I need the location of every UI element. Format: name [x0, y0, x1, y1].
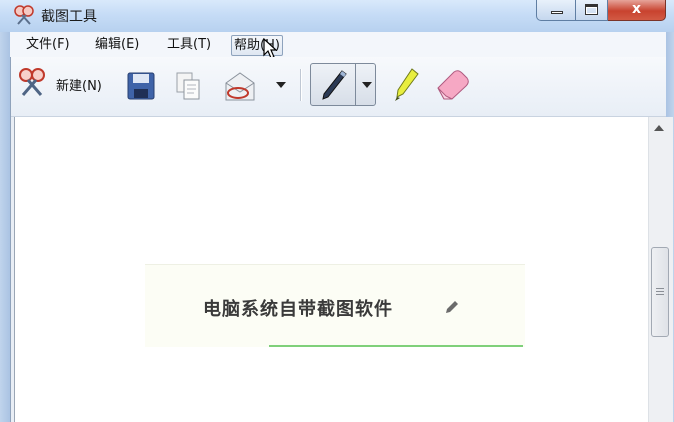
- eraser-icon[interactable]: [432, 68, 470, 100]
- scroll-grip-line: [656, 294, 664, 295]
- menu-tools[interactable]: 工具(T): [165, 35, 213, 54]
- scroll-grip-line: [656, 288, 664, 289]
- send-dropdown-arrow-icon[interactable]: [276, 82, 286, 88]
- highlighter-icon[interactable]: [392, 67, 420, 103]
- scissors-app-icon: [14, 5, 34, 25]
- scroll-up-arrow-icon[interactable]: [654, 125, 664, 131]
- menu-bar: 文件(F) 编辑(E) 工具(T) 帮助(H): [10, 32, 666, 59]
- scroll-thumb[interactable]: [651, 247, 669, 337]
- menu-file[interactable]: 文件(F): [24, 35, 72, 54]
- copy-icon[interactable]: [175, 71, 201, 101]
- minimize-button[interactable]: [536, 0, 576, 21]
- scissors-icon[interactable]: [17, 67, 47, 97]
- pen-icon: [322, 70, 347, 100]
- edit-pencil-icon: [446, 301, 458, 313]
- pen-split-button[interactable]: [310, 63, 376, 106]
- pen-dropdown-arrow-icon[interactable]: [362, 82, 372, 88]
- captured-heading: 电脑系统自带截图软件: [203, 299, 393, 320]
- window-title: 截图工具: [41, 9, 97, 25]
- menu-edit[interactable]: 编辑(E): [93, 35, 141, 54]
- pen-split-divider: [355, 64, 356, 105]
- close-button[interactable]: x: [608, 0, 666, 21]
- vertical-scrollbar[interactable]: [648, 117, 673, 422]
- close-icon: x: [631, 1, 642, 17]
- title-bar[interactable]: 截图工具 x: [0, 0, 674, 32]
- snip-canvas[interactable]: 电脑系统自带截图软件: [14, 117, 649, 422]
- toolbar: 新建(N): [10, 57, 666, 117]
- green-underline: [269, 345, 523, 347]
- maximize-icon: [585, 4, 598, 15]
- save-icon[interactable]: [127, 72, 155, 100]
- new-snip-button[interactable]: 新建(N): [56, 75, 102, 94]
- toolbar-separator: [300, 69, 302, 101]
- captured-card: 电脑系统自带截图软件: [145, 264, 525, 347]
- snipping-tool-window: 截图工具 x 文件(F) 编辑(E) 工具(T) 帮助(H) 新建(N) 电脑系…: [0, 0, 674, 422]
- scroll-grip-line: [656, 291, 664, 292]
- window-frame-left: [0, 32, 10, 422]
- send-email-icon[interactable]: [223, 71, 257, 103]
- maximize-button[interactable]: [576, 0, 608, 21]
- minimize-icon: [551, 11, 563, 14]
- content-frame-border: [10, 57, 11, 422]
